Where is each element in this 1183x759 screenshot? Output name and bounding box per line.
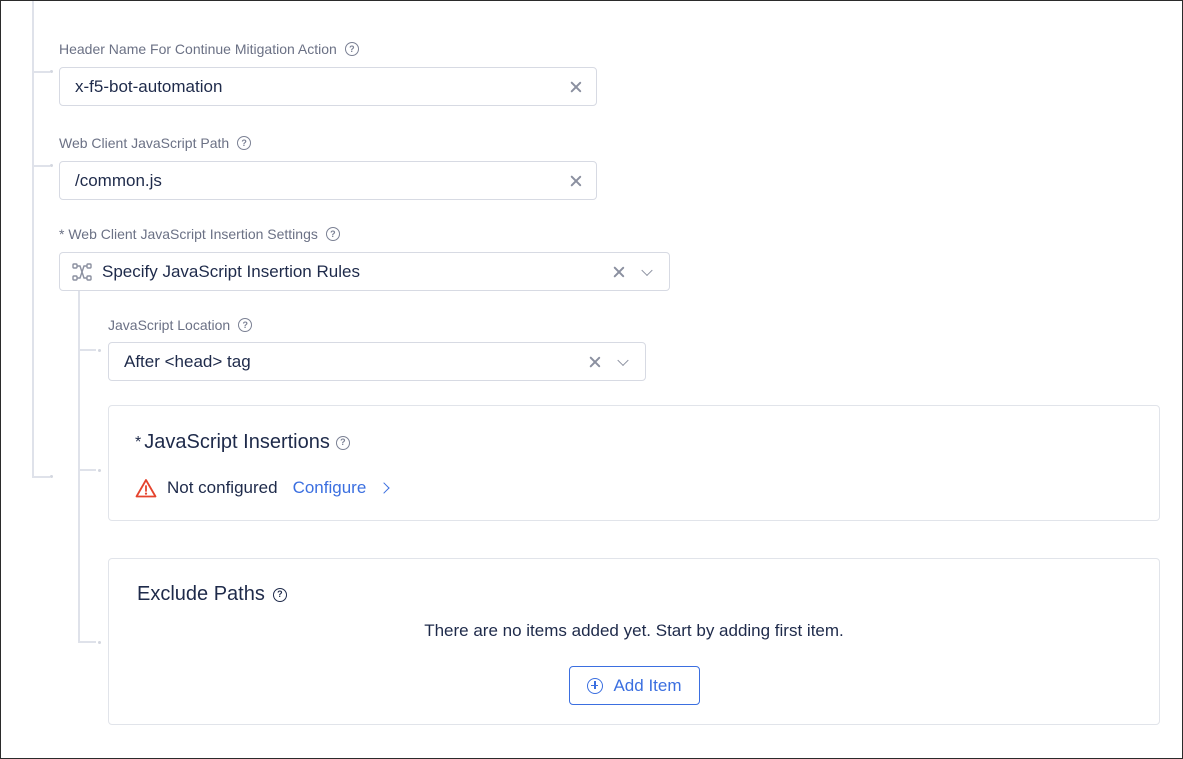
tree-dot [50,475,53,478]
js-path-value: /common.js [75,170,162,190]
tree-connector [32,71,50,73]
help-icon[interactable]: ? [272,587,287,602]
js-insertions-title: * JavaScript Insertions ? [135,431,350,454]
js-path-input[interactable]: /common.js [59,161,597,200]
form-frame: Header Name For Continue Mitigation Acti… [0,0,1183,759]
js-location-label: JavaScript Location ? [108,317,253,333]
insertion-settings-value: Specify JavaScript Insertion Rules [102,261,360,281]
js-insertions-title-text: JavaScript Insertions [144,431,330,453]
tree-connector [78,349,96,351]
empty-message: There are no items added yet. Start by a… [424,621,844,640]
js-insertions-panel: * JavaScript Insertions ? Not configured… [108,405,1160,521]
js-path-label: Web Client JavaScript Path ? [59,135,252,151]
js-location-label-text: JavaScript Location [108,317,231,333]
help-icon[interactable]: ? [335,435,350,450]
add-item-button[interactable]: Add Item [569,666,700,705]
js-location-select[interactable]: After <head> tag [108,342,646,381]
js-insertions-status: Not configured Configure [135,478,390,498]
flow-diagram-icon [72,262,92,281]
exclude-paths-title-text: Exclude Paths [137,583,265,605]
tree-connector [78,469,96,471]
help-icon[interactable]: ? [344,42,359,56]
tree-dot [50,70,53,73]
exclude-paths-title: Exclude Paths ? [137,583,287,606]
configure-link[interactable]: Configure [292,478,390,498]
insertion-settings-select[interactable]: Specify JavaScript Insertion Rules [59,252,670,291]
insertion-settings-label-text: * Web Client JavaScript Insertion Settin… [59,226,318,242]
tree-dot [98,641,101,644]
header-name-input[interactable]: x-f5-bot-automation [59,67,597,106]
clear-icon[interactable] [570,175,582,187]
help-icon[interactable]: ? [238,318,253,332]
add-circle-icon [587,677,604,694]
help-icon[interactable]: ? [237,136,252,150]
header-name-value: x-f5-bot-automation [75,76,223,96]
chevron-right-icon [378,482,390,494]
insertion-settings-label: * Web Client JavaScript Insertion Settin… [59,226,340,242]
tree-connector [78,641,96,643]
tree-dot [50,164,53,167]
clear-icon[interactable] [589,356,601,368]
status-text: Not configured [167,478,278,497]
help-icon[interactable]: ? [325,227,340,241]
tree-connector [32,476,50,478]
exclude-paths-panel: Exclude Paths ? There are no items added… [108,558,1160,725]
header-name-label: Header Name For Continue Mitigation Acti… [59,41,359,57]
header-name-label-text: Header Name For Continue Mitigation Acti… [59,41,337,57]
js-path-label-text: Web Client JavaScript Path [59,135,230,151]
js-location-value: After <head> tag [124,351,251,371]
configure-link-label: Configure [292,478,367,497]
tree-dot [98,349,101,352]
tree-connector [32,165,50,167]
required-mark: * [135,433,142,451]
tree-connector [78,290,80,642]
add-item-label: Add Item [613,675,682,695]
tree-dot [98,469,101,472]
warning-icon [135,479,157,498]
clear-icon[interactable] [613,266,625,278]
clear-icon[interactable] [570,81,582,93]
